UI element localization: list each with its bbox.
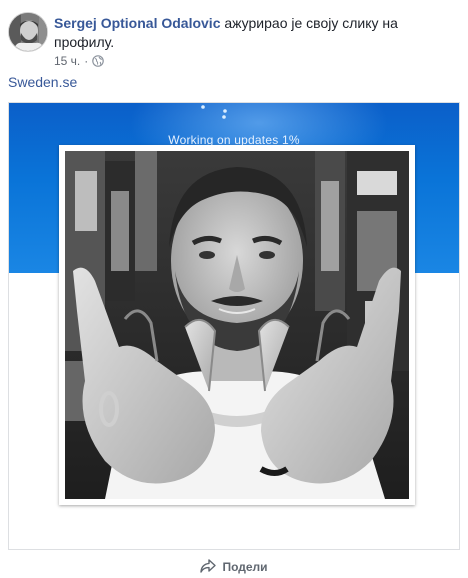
loading-spinner-icon bbox=[201, 105, 227, 119]
share-icon bbox=[200, 558, 217, 576]
post-link[interactable]: Sweden.se bbox=[8, 74, 77, 90]
post-meta: 15 ч. · bbox=[54, 54, 105, 68]
author-name[interactable]: Sergej Optional Odalovic bbox=[54, 15, 220, 31]
post-header: Sergej Optional Odalovic ажурирао је сво… bbox=[8, 10, 460, 68]
avatar-image bbox=[9, 13, 47, 51]
globe-icon[interactable] bbox=[92, 55, 105, 67]
share-bar: Подели bbox=[0, 556, 468, 578]
post-headline: Sergej Optional Odalovic ажурирао је сво… bbox=[54, 14, 454, 52]
share-button[interactable]: Подели bbox=[200, 558, 268, 576]
meta-separator: · bbox=[84, 54, 89, 68]
profile-update-media[interactable]: Working on updates 1% bbox=[8, 102, 460, 550]
profile-photo-image bbox=[65, 151, 409, 499]
avatar[interactable] bbox=[8, 12, 48, 52]
share-label: Подели bbox=[222, 560, 268, 574]
profile-photo[interactable] bbox=[59, 145, 415, 505]
post-timestamp[interactable]: 15 ч. bbox=[54, 54, 80, 68]
